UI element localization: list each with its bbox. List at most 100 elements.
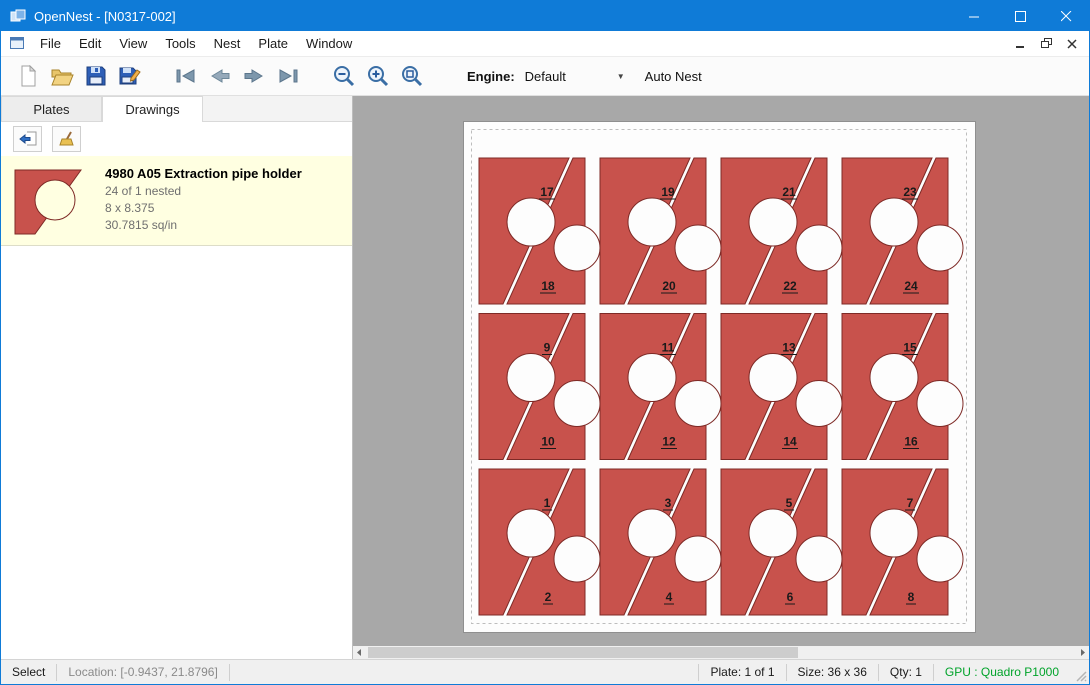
nested-pair[interactable]: 12 xyxy=(479,469,600,615)
drawings-toolbar xyxy=(1,122,352,156)
part-number: 4 xyxy=(666,590,673,604)
nested-pair[interactable]: 2122 xyxy=(721,158,842,304)
close-icon xyxy=(1061,11,1072,22)
mdi-minimize-button[interactable] xyxy=(1009,34,1031,54)
pipe-notch xyxy=(628,509,676,557)
document-icon xyxy=(1,31,31,56)
clear-drawings-button[interactable] xyxy=(52,126,81,152)
menu-nest[interactable]: Nest xyxy=(205,31,250,56)
part-number: 14 xyxy=(783,435,797,449)
status-size: Size: 36 x 36 xyxy=(787,665,878,679)
close-button[interactable] xyxy=(1043,1,1089,31)
drawing-title: 4980 A05 Extraction pipe holder xyxy=(105,166,302,181)
pipe-notch xyxy=(870,509,918,557)
save-as-button[interactable] xyxy=(113,60,147,92)
nested-pair[interactable]: 56 xyxy=(721,469,842,615)
tab-drawings[interactable]: Drawings xyxy=(102,96,203,122)
save-button[interactable] xyxy=(79,60,113,92)
save-icon xyxy=(85,65,107,87)
part-number: 15 xyxy=(903,341,917,355)
scroll-left-arrow[interactable] xyxy=(353,646,366,659)
part-number: 22 xyxy=(783,279,797,293)
maximize-button[interactable] xyxy=(997,1,1043,31)
maximize-icon xyxy=(1015,11,1026,22)
first-plate-icon xyxy=(174,67,198,85)
minimize-button[interactable] xyxy=(951,1,997,31)
menu-plate[interactable]: Plate xyxy=(249,31,297,56)
part-number: 10 xyxy=(541,435,555,449)
nested-pair[interactable]: 1112 xyxy=(600,314,721,460)
menu-file[interactable]: File xyxy=(31,31,70,56)
previous-plate-button[interactable] xyxy=(203,60,237,92)
part-number: 19 xyxy=(661,185,675,199)
new-button[interactable] xyxy=(11,60,45,92)
open-folder-icon xyxy=(50,65,74,87)
drawing-list-item[interactable]: 4980 A05 Extraction pipe holder 24 of 1 … xyxy=(1,156,352,246)
first-plate-button[interactable] xyxy=(169,60,203,92)
mdi-close-button[interactable] xyxy=(1061,34,1083,54)
status-separator xyxy=(229,664,230,681)
zoom-fit-button[interactable] xyxy=(395,60,429,92)
nested-pair[interactable]: 13 14 xyxy=(721,314,842,460)
scroll-right-arrow[interactable] xyxy=(1076,646,1089,659)
part-number: 23 xyxy=(903,185,917,199)
nested-pair[interactable]: 34 xyxy=(600,469,721,615)
status-plate: Plate: 1 of 1 xyxy=(699,665,785,679)
nest-canvas[interactable]: 171819202122232491011121314151612345678 xyxy=(353,96,1089,659)
open-button[interactable] xyxy=(45,60,79,92)
nested-pair[interactable]: 78 xyxy=(842,469,963,615)
import-drawing-button[interactable] xyxy=(13,126,42,152)
next-plate-icon xyxy=(242,67,266,85)
pipe-notch xyxy=(796,536,842,582)
zoom-in-button[interactable] xyxy=(361,60,395,92)
nested-pair[interactable]: 23 24 xyxy=(842,158,963,304)
part-number: 16 xyxy=(904,435,918,449)
last-plate-button[interactable] xyxy=(271,60,305,92)
plate[interactable]: 171819202122232491011121314151612345678 xyxy=(463,121,976,633)
save-edit-icon xyxy=(118,65,142,87)
engine-value: Default xyxy=(525,69,566,84)
last-plate-icon xyxy=(276,67,300,85)
pipe-notch xyxy=(554,225,600,271)
pipe-notch xyxy=(675,536,721,582)
part-number: 18 xyxy=(541,279,555,293)
menu-window[interactable]: Window xyxy=(297,31,361,56)
pipe-notch xyxy=(870,198,918,246)
part-number: 12 xyxy=(662,435,676,449)
engine-select[interactable]: Default ▼ xyxy=(519,64,631,88)
nested-pair[interactable]: 1920 xyxy=(600,158,721,304)
part-number: 1 xyxy=(544,496,551,510)
part-number: 2 xyxy=(545,590,552,604)
statusbar: Select Location: [-0.9437, 21.8796] Plat… xyxy=(1,659,1089,684)
zoom-in-icon xyxy=(366,64,390,88)
drawing-list-empty-space xyxy=(1,246,352,659)
pipe-notch xyxy=(675,225,721,271)
pipe-notch xyxy=(749,198,797,246)
nested-pair[interactable]: 910 xyxy=(479,314,600,460)
next-plate-button[interactable] xyxy=(237,60,271,92)
part-number: 24 xyxy=(904,279,918,293)
menu-tools[interactable]: Tools xyxy=(156,31,204,56)
pipe-notch xyxy=(917,536,963,582)
status-mode: Select xyxy=(1,665,56,679)
pipe-notch xyxy=(675,381,721,427)
nested-pair[interactable]: 1718 xyxy=(479,158,600,304)
auto-nest-button[interactable]: Auto Nest xyxy=(645,69,702,84)
status-qty: Qty: 1 xyxy=(879,665,933,679)
scrollbar-thumb[interactable] xyxy=(368,647,798,658)
part-number: 17 xyxy=(540,185,554,199)
nested-pair[interactable]: 1516 xyxy=(842,314,963,460)
horizontal-scrollbar[interactable] xyxy=(353,646,1089,659)
close-icon xyxy=(1067,39,1077,49)
tab-plates[interactable]: Plates xyxy=(1,96,102,121)
mdi-restore-button[interactable] xyxy=(1035,34,1057,54)
scrollbar-track[interactable] xyxy=(366,646,1076,659)
zoom-out-button[interactable] xyxy=(327,60,361,92)
content: Plates Drawings 4980 A05 Extraction pipe… xyxy=(1,96,1089,659)
part-number: 13 xyxy=(782,341,796,355)
resize-grip[interactable] xyxy=(1074,669,1088,683)
pipe-notch xyxy=(554,536,600,582)
menu-edit[interactable]: Edit xyxy=(70,31,110,56)
chevron-down-icon: ▼ xyxy=(617,72,625,81)
menu-view[interactable]: View xyxy=(110,31,156,56)
